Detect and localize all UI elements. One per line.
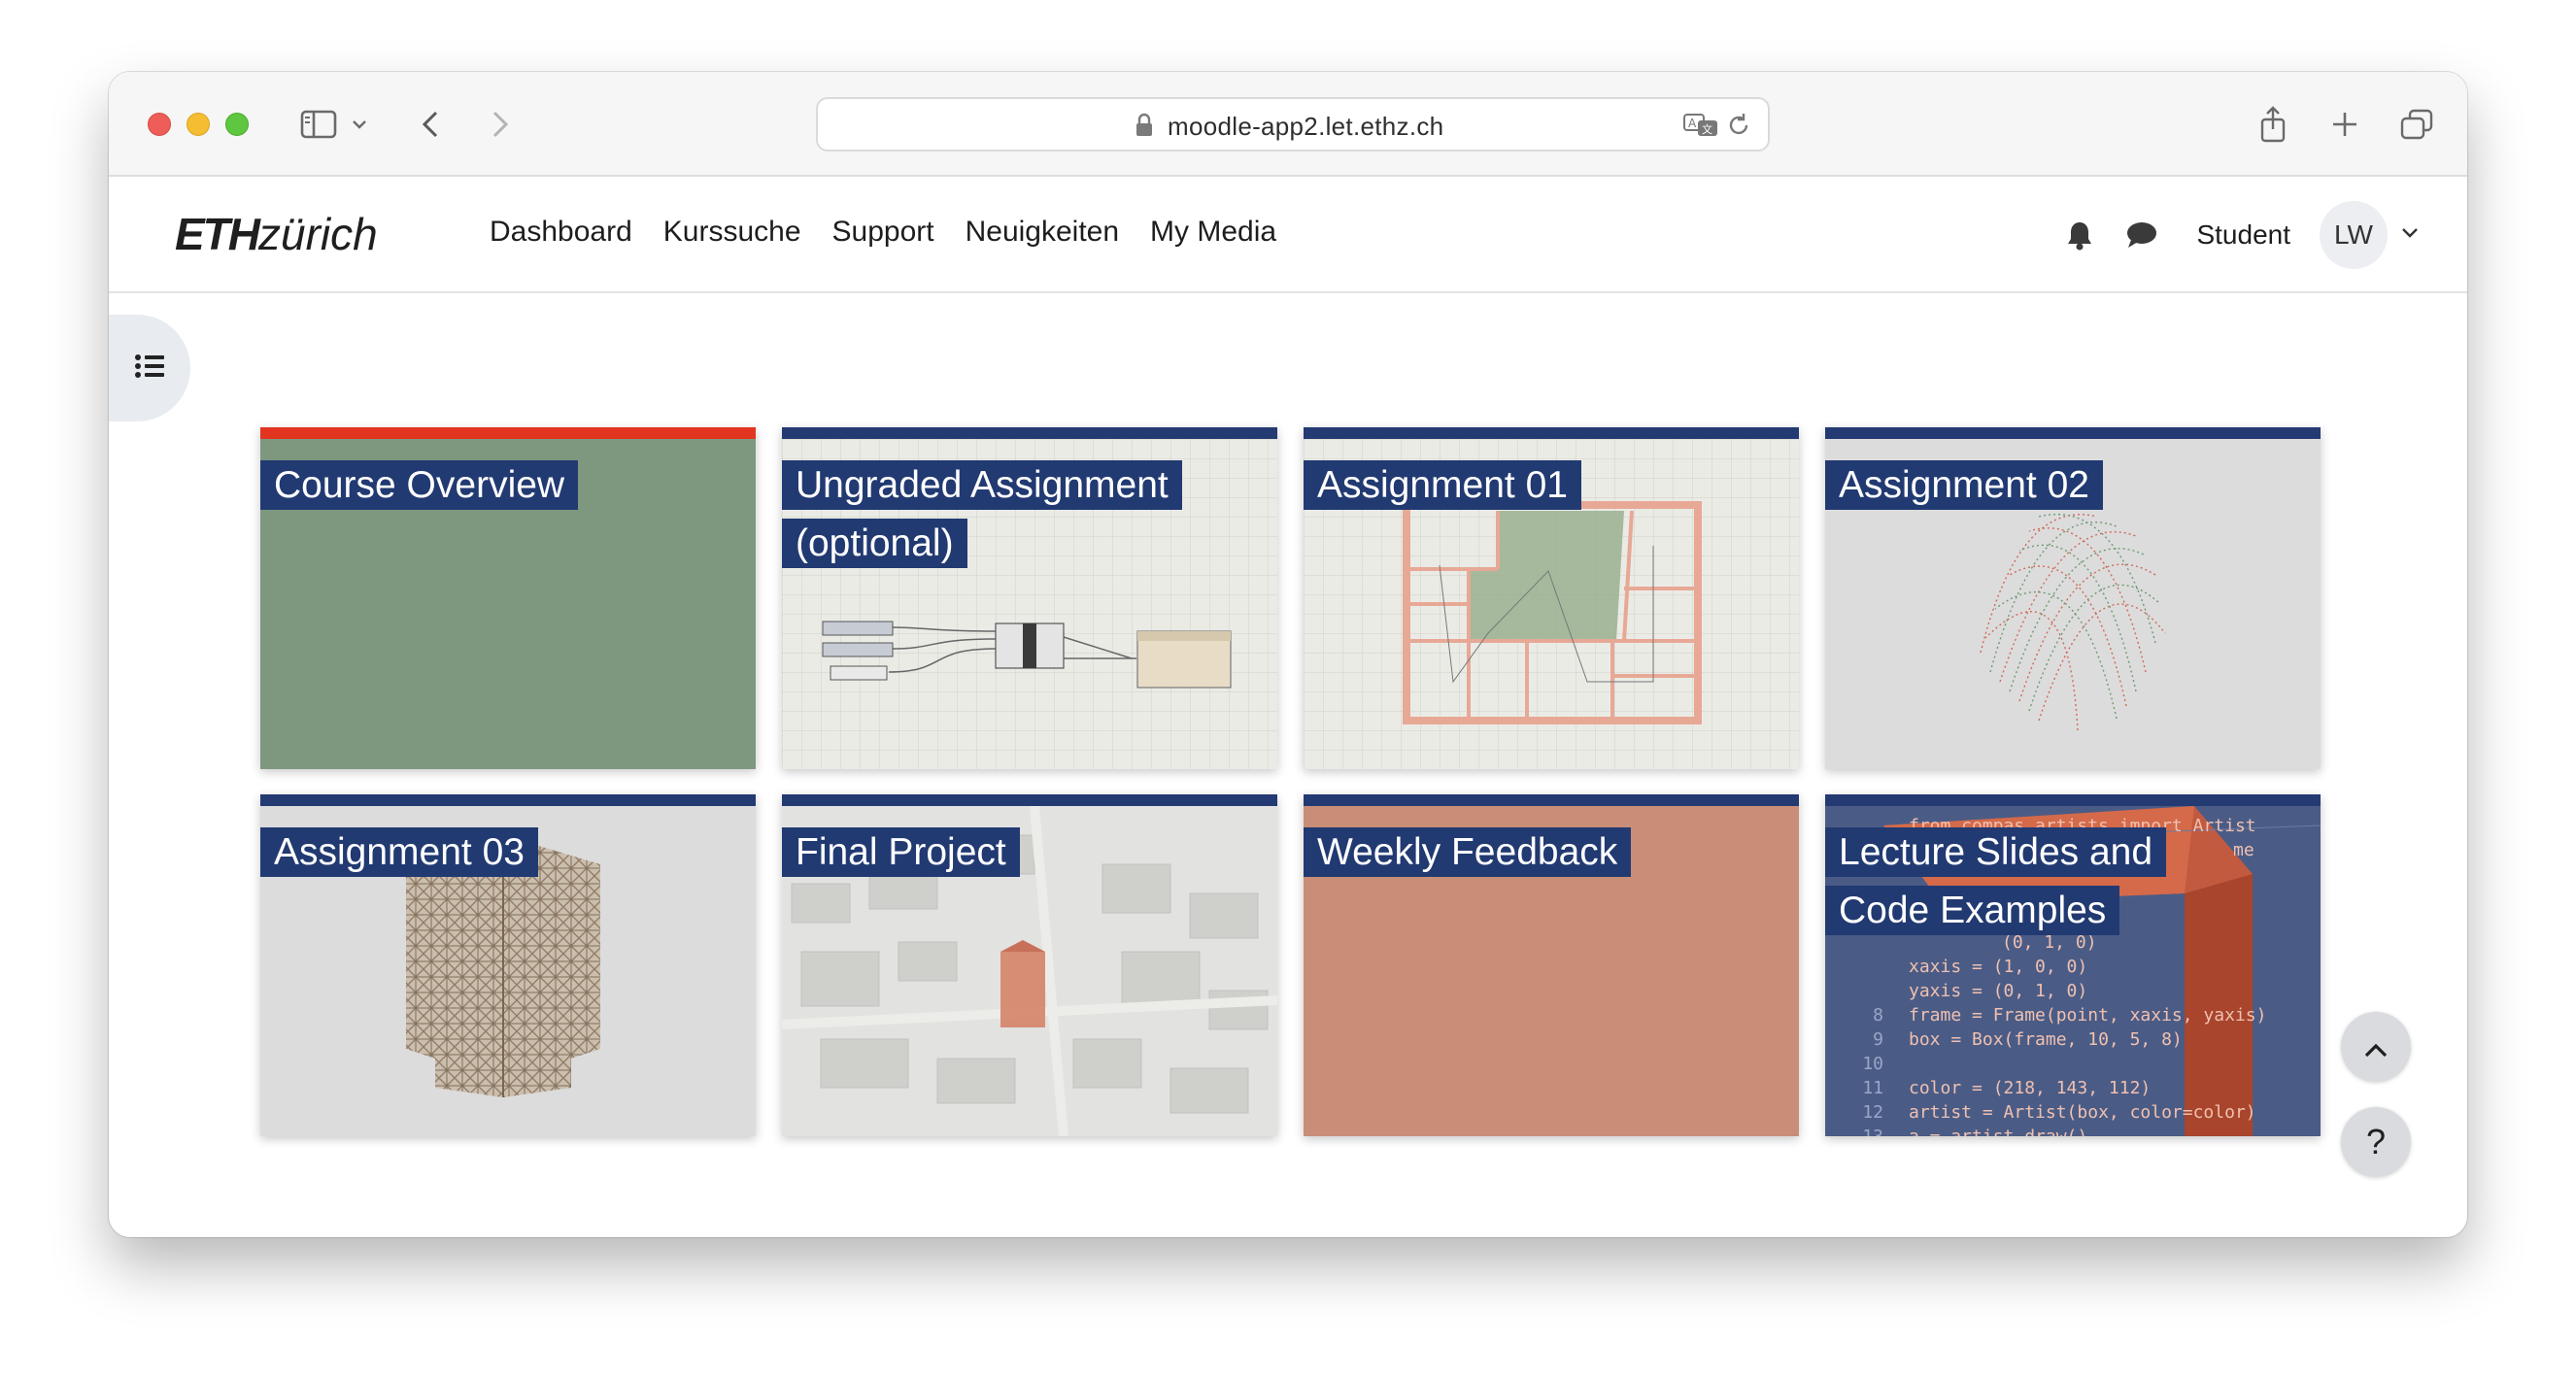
tile-accent-bar: [260, 794, 756, 806]
tile-assignment-02[interactable]: Assignment 02: [1825, 427, 2321, 769]
tile-label: Assignment 02: [1825, 456, 2223, 515]
tile-label: Weekly Feedback: [1304, 824, 1702, 882]
bell-icon[interactable]: [2060, 216, 2099, 254]
forward-arrow-icon[interactable]: [486, 101, 515, 148]
primary-navigation: Dashboard Kurssuche Support Neuigkeiten …: [490, 216, 1276, 249]
code-line: yaxis = (0, 1, 0): [1909, 981, 2088, 1001]
code-line: me: [2233, 840, 2254, 860]
logo-bold-text: ETH: [175, 209, 260, 259]
chevron-down-icon[interactable]: [348, 101, 371, 148]
tile-label: Assignment 03: [260, 824, 659, 882]
tile-accent-bar: [1825, 794, 2321, 806]
close-window-button[interactable]: [148, 113, 171, 136]
tile-label: Ungraded Assignment (optional): [782, 456, 1182, 573]
role-label: Student: [2196, 219, 2290, 250]
reload-icon[interactable]: [1725, 112, 1752, 144]
tile-assignment-03[interactable]: Assignment 03: [260, 794, 756, 1136]
code-line: xaxis = (1, 0, 0): [1909, 957, 2088, 977]
code-line: color = (218, 143, 112): [1909, 1078, 2152, 1098]
code-line: box = Box(frame, 10, 5, 8): [1909, 1029, 2183, 1050]
list-icon: [134, 353, 165, 385]
code-line: artist = Artist(box, color=color): [1909, 1102, 2256, 1123]
tile-final-project[interactable]: Final Project: [782, 794, 1277, 1136]
svg-text:A: A: [1688, 117, 1697, 130]
eth-logo[interactable]: ETHzürich: [175, 208, 378, 260]
tile-lecture-slides[interactable]: from compas.artists import Artist me (0,…: [1825, 794, 2321, 1136]
user-menu-chevron-icon[interactable]: [2401, 226, 2419, 244]
avatar[interactable]: LW: [2320, 201, 2388, 269]
tile-accent-bar: [260, 427, 756, 439]
tile-course-overview[interactable]: Course Overview: [260, 427, 756, 769]
minimize-window-button[interactable]: [186, 113, 210, 136]
site-navbar: ETHzürich Dashboard Kurssuche Support Ne…: [109, 177, 2467, 293]
nav-dashboard[interactable]: Dashboard: [490, 216, 632, 249]
svg-text:文: 文: [1702, 122, 1712, 136]
tile-accent-bar: [1304, 794, 1799, 806]
translate-icon[interactable]: A文: [1682, 111, 1721, 145]
zoom-window-button[interactable]: [225, 113, 249, 136]
new-tab-icon[interactable]: [2325, 101, 2364, 148]
browser-toolbar: moodle-app2.let.ethz.ch A文: [109, 72, 2467, 177]
logo-light-text: zürich: [258, 209, 378, 259]
share-icon[interactable]: [2254, 101, 2292, 148]
tile-accent-bar: [782, 794, 1277, 806]
tile-label: Assignment 01: [1304, 456, 1702, 515]
tile-accent-bar: [782, 427, 1277, 439]
line-number: 12: [1862, 1102, 1883, 1123]
lock-icon: [1135, 113, 1154, 143]
nav-support[interactable]: Support: [832, 216, 934, 249]
nav-neuigkeiten[interactable]: Neuigkeiten: [966, 216, 1119, 249]
line-number: 8: [1873, 1005, 1883, 1026]
line-number: 11: [1862, 1078, 1883, 1098]
line-number: 10: [1862, 1054, 1883, 1074]
tabs-overview-icon[interactable]: [2397, 101, 2436, 148]
line-number: 9: [1873, 1029, 1883, 1050]
nav-my-media[interactable]: My Media: [1150, 216, 1276, 249]
back-arrow-icon[interactable]: [416, 101, 445, 148]
tile-label: Final Project: [782, 824, 1180, 882]
code-line: a = artist.draw(): [1883, 1125, 2087, 1136]
browser-window: moodle-app2.let.ethz.ch A文 ETHzürich Das…: [109, 72, 2467, 1237]
code-line: frame = Frame(point, xaxis, yaxis): [1909, 1005, 2267, 1026]
chevron-up-icon: [2363, 1026, 2389, 1067]
url-text: moodle-app2.let.ethz.ch: [1168, 112, 1444, 141]
user-navigation: Student LW: [2037, 198, 2419, 272]
tile-weekly-feedback[interactable]: Weekly Feedback: [1304, 794, 1799, 1136]
tile-assignment-01[interactable]: Assignment 01: [1304, 427, 1799, 769]
messages-icon[interactable]: [2122, 216, 2161, 254]
course-index-toggle[interactable]: [109, 315, 190, 421]
back-to-top-button[interactable]: [2341, 1012, 2411, 1082]
tile-ungraded-assignment[interactable]: Ungraded Assignment (optional): [782, 427, 1277, 769]
tile-accent-bar: [1304, 427, 1799, 439]
tile-label: Lecture Slides and Code Examples: [1825, 824, 2223, 940]
tile-accent-bar: [1825, 427, 2321, 439]
nav-kurssuche[interactable]: Kurssuche: [663, 216, 801, 249]
line-number: 13: [1825, 1125, 1883, 1136]
sidebar-icon[interactable]: [297, 101, 340, 148]
tile-label: Course Overview: [260, 456, 659, 515]
address-bar[interactable]: moodle-app2.let.ethz.ch A文: [816, 97, 1770, 151]
help-button[interactable]: ?: [2341, 1107, 2411, 1177]
help-label: ?: [2365, 1122, 2387, 1161]
